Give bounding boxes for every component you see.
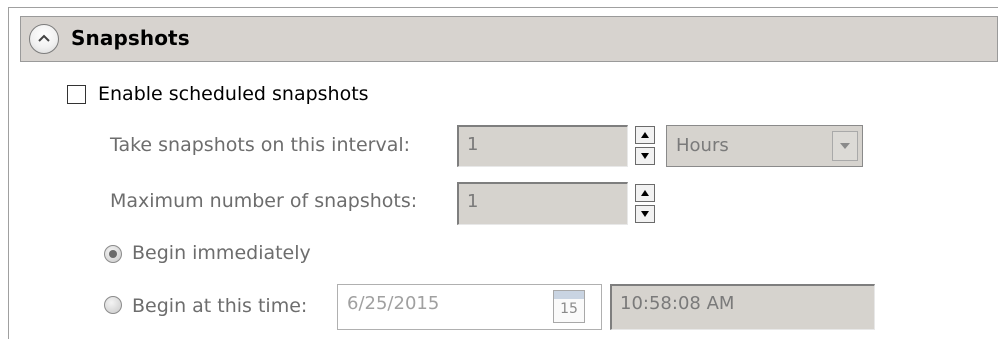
begin-time-value: 10:58:08 AM <box>620 293 735 314</box>
begin-at-time-label[interactable]: Begin at this time: <box>132 295 307 317</box>
interval-spin-down-button[interactable] <box>635 147 655 165</box>
max-snapshots-input[interactable]: 1 <box>457 182 628 225</box>
calendar-icon[interactable]: 15 <box>553 290 585 323</box>
begin-at-time-radio[interactable] <box>104 296 122 314</box>
interval-stepper[interactable] <box>635 126 655 168</box>
chevron-up-icon <box>38 34 50 42</box>
begin-immediately-label[interactable]: Begin immediately <box>132 242 311 264</box>
max-snapshots-label: Maximum number of snapshots: <box>110 190 418 212</box>
snapshots-section-header[interactable]: Snapshots <box>20 16 998 62</box>
section-title: Snapshots <box>71 26 190 50</box>
dropdown-arrow-button[interactable] <box>832 131 858 161</box>
begin-time-input[interactable]: 10:58:08 AM <box>610 284 875 330</box>
triangle-down-icon <box>641 211 649 217</box>
enable-scheduled-snapshots-label[interactable]: Enable scheduled snapshots <box>98 83 369 105</box>
enable-scheduled-snapshots-checkbox[interactable] <box>67 85 86 104</box>
interval-input[interactable]: 1 <box>457 125 628 167</box>
collapse-button[interactable] <box>29 24 59 54</box>
triangle-down-icon <box>840 143 850 149</box>
triangle-up-icon <box>641 190 649 196</box>
begin-date-picker[interactable]: 6/25/2015 15 <box>337 284 602 330</box>
begin-immediately-radio[interactable] <box>104 245 122 263</box>
max-spin-up-button[interactable] <box>635 184 655 202</box>
begin-date-value: 6/25/2015 <box>347 293 440 314</box>
interval-label: Take snapshots on this interval: <box>110 134 411 156</box>
calendar-day: 15 <box>560 301 578 317</box>
triangle-up-icon <box>641 132 649 138</box>
max-snapshots-stepper[interactable] <box>635 184 655 226</box>
interval-spin-up-button[interactable] <box>635 126 655 144</box>
max-spin-down-button[interactable] <box>635 205 655 223</box>
triangle-down-icon <box>641 153 649 159</box>
radio-selected-dot <box>109 250 117 258</box>
interval-unit-select[interactable]: Hours <box>666 125 863 167</box>
interval-unit-value: Hours <box>676 135 729 156</box>
